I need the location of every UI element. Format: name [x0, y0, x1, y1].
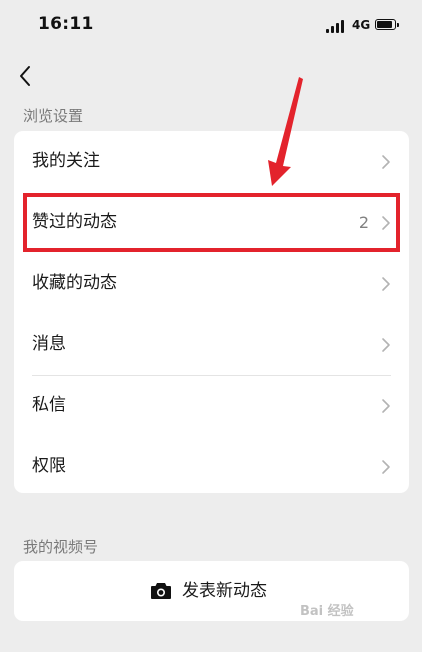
chevron-right-icon — [382, 399, 390, 413]
status-time: 16:11 — [38, 14, 94, 34]
list-item-label: 我的关注 — [32, 151, 100, 171]
signal-icon — [326, 19, 346, 33]
post-button-label: 发表新动态 — [182, 581, 267, 601]
list-item-label: 消息 — [32, 334, 66, 354]
chevron-right-icon — [382, 155, 390, 169]
list-item-label: 权限 — [32, 456, 66, 476]
section-title-channels: 我的视频号 — [23, 538, 99, 556]
list-item-private-messages[interactable]: 私信 — [14, 375, 409, 436]
list-item-label: 私信 — [32, 395, 66, 415]
status-bar: 16:11 4G — [0, 0, 422, 52]
chevron-left-icon — [20, 66, 30, 86]
chevron-right-icon — [382, 277, 390, 291]
list-item-messages[interactable]: 消息 — [14, 314, 409, 375]
network-type: 4G — [352, 18, 371, 32]
list-item-saved-posts[interactable]: 收藏的动态 — [14, 253, 409, 314]
section-title-browse-settings: 浏览设置 — [23, 107, 84, 125]
battery-icon — [375, 19, 399, 30]
list-item-following[interactable]: 我的关注 — [14, 131, 409, 192]
list-item-permissions[interactable]: 权限 — [14, 436, 409, 497]
chevron-right-icon — [382, 338, 390, 352]
highlight-box — [23, 193, 400, 252]
chevron-right-icon — [382, 460, 390, 474]
watermark: Bai 经验 — [300, 604, 354, 619]
browse-settings-card: 我的关注 赞过的动态 2 收藏的动态 消息 私信 权限 — [14, 131, 409, 493]
back-button[interactable] — [10, 60, 42, 92]
camera-icon — [151, 583, 171, 599]
divider — [32, 375, 391, 376]
list-item-label: 收藏的动态 — [32, 273, 117, 293]
